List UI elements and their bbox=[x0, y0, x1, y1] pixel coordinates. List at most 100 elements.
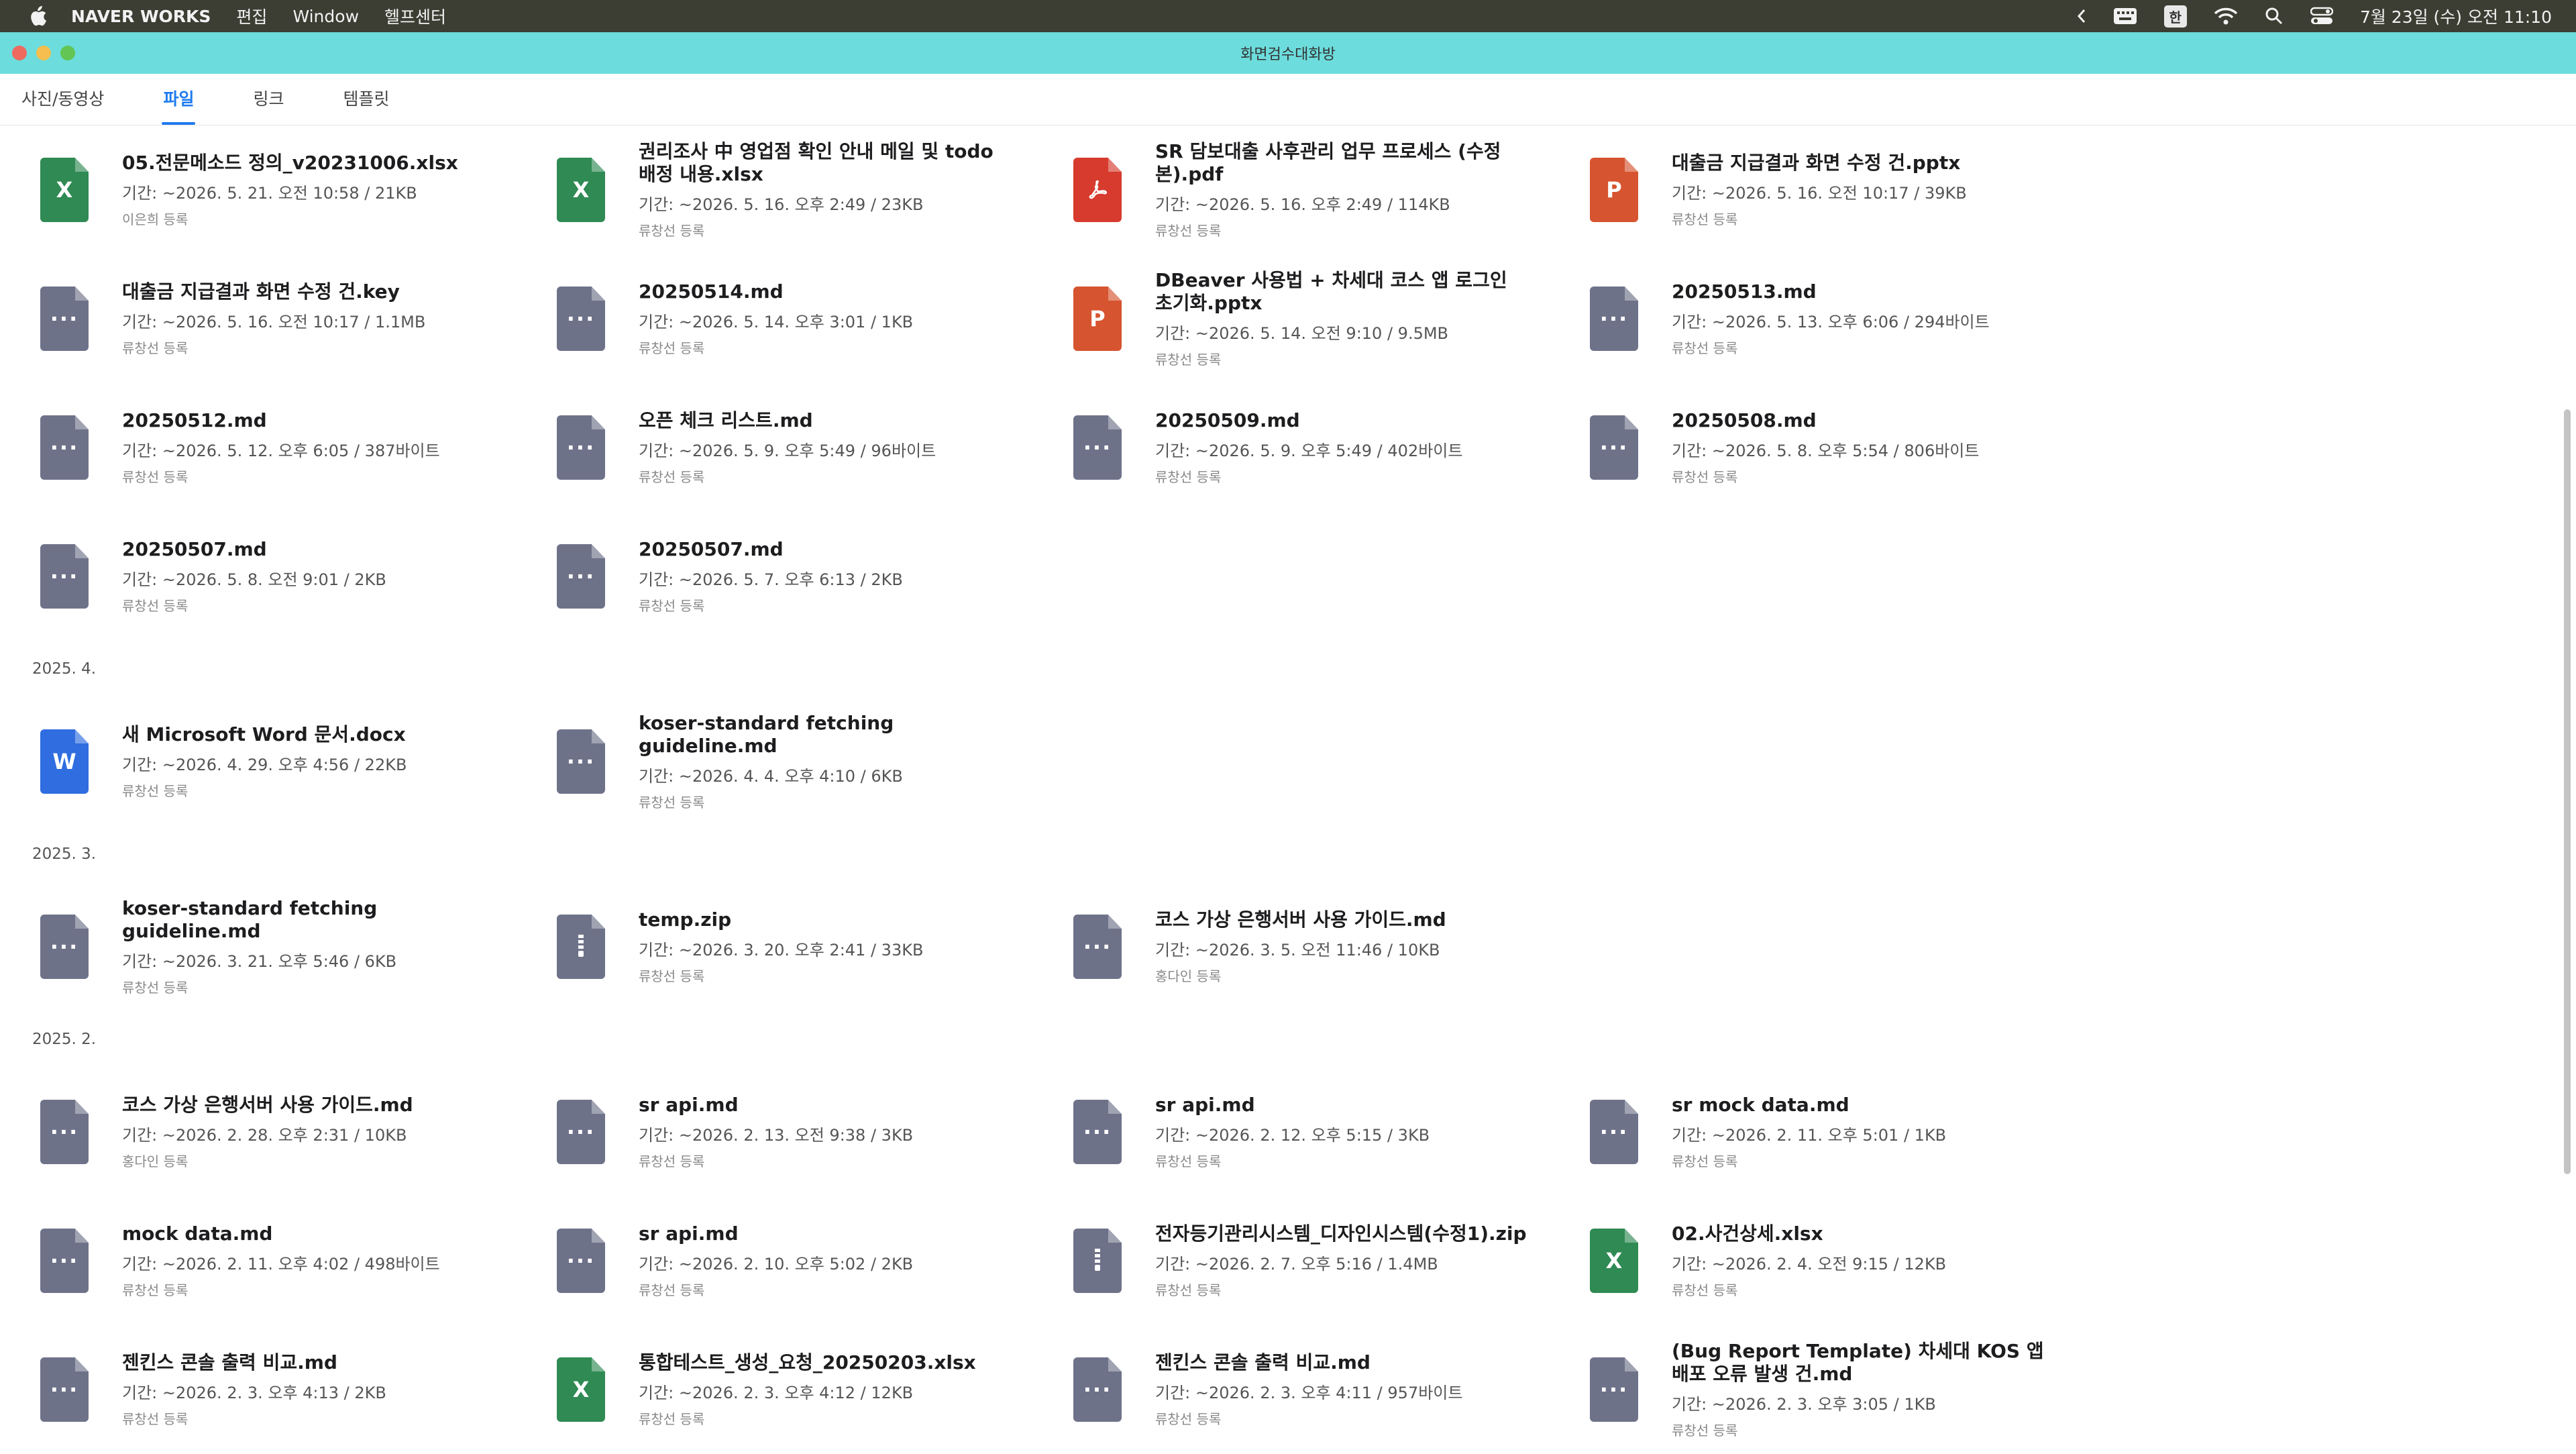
file-name[interactable]: 코스 가상 은행서버 사용 가이드.md bbox=[122, 1094, 498, 1117]
file-name[interactable]: 젠킨스 콘솔 출력 비교.md bbox=[122, 1351, 498, 1374]
file-item[interactable]: ··· 대출금 지급결과 화면 수정 건.key 기간: ~2026. 5. 16.… bbox=[0, 254, 517, 383]
file-name[interactable]: 02.사건상세.xlsx bbox=[1672, 1223, 2047, 1245]
file-name[interactable]: 전자등기관리시스템_디자인시스템(수정1).zip bbox=[1155, 1223, 1531, 1245]
file-item[interactable]: P 대출금 지급결과 화면 수정 건.pptx 기간: ~2026. 5. 16. … bbox=[1550, 125, 2066, 254]
file-item[interactable]: ··· 20250513.md 기간: ~2026. 5. 13. 오후 6:06 … bbox=[1550, 254, 2066, 383]
file-item[interactable]: ··· 20250514.md 기간: ~2026. 5. 14. 오후 3:01 … bbox=[517, 254, 1033, 383]
file-name[interactable]: 20250508.md bbox=[1672, 409, 2047, 432]
file-item[interactable]: ··· 코스 가상 은행서버 사용 가이드.md 기간: ~2026. 3. 5. … bbox=[1033, 882, 1550, 1011]
file-name[interactable]: 20250513.md bbox=[1672, 280, 2047, 303]
file-name[interactable]: koser-standard fetching guideline.md bbox=[122, 897, 498, 943]
file-item[interactable]: ··· 20250508.md 기간: ~2026. 5. 8. 오후 5:54 /… bbox=[1550, 383, 2066, 512]
file-name[interactable]: 코스 가상 은행서버 사용 가이드.md bbox=[1155, 908, 1531, 931]
file-item[interactable]: X 권리조사 中 영업점 확인 안내 메일 및 todo 배정 내용.xlsx 기간… bbox=[517, 125, 1033, 254]
file-name[interactable]: sr api.md bbox=[1155, 1094, 1531, 1117]
tab-templates[interactable]: 템플릿 bbox=[343, 86, 389, 125]
chevron-left-icon[interactable] bbox=[2077, 8, 2086, 24]
file-item[interactable]: ··· 20250507.md 기간: ~2026. 5. 8. 오전 9:01 /… bbox=[0, 512, 517, 641]
file-item[interactable]: ··· 20250512.md 기간: ~2026. 5. 12. 오후 6:05 … bbox=[0, 383, 517, 512]
file-item[interactable]: X 02.사건상세.xlsx 기간: ~2026. 2. 4. 오전 9:15 / … bbox=[1550, 1196, 2066, 1325]
file-info: sr api.md 기간: ~2026. 2. 13. 오전 9:38 / 3KB… bbox=[639, 1094, 1014, 1170]
input-method-indicator[interactable]: 한 bbox=[2163, 5, 2187, 28]
menu-window[interactable]: Window bbox=[292, 7, 359, 26]
tab-links[interactable]: 링크 bbox=[253, 86, 284, 125]
file-name[interactable]: 대출금 지급결과 화면 수정 건.key bbox=[122, 280, 498, 303]
file-name[interactable]: 오픈 체크 리스트.md bbox=[639, 409, 1014, 432]
file-name[interactable]: sr api.md bbox=[639, 1094, 1014, 1117]
file-name[interactable]: 20250514.md bbox=[639, 280, 1014, 303]
file-item[interactable]: X 05.전문메소드 정의_v20231006.xlsx 기간: ~2026. 5.… bbox=[0, 125, 517, 254]
file-name[interactable]: 대출금 지급결과 화면 수정 건.pptx bbox=[1672, 152, 2047, 174]
file-name[interactable]: sr mock data.md bbox=[1672, 1094, 2047, 1117]
file-name[interactable]: (Bug Report Template) 차세대 KOS 앱 배포 오류 발생… bbox=[1672, 1340, 2047, 1386]
tab-files[interactable]: 파일 bbox=[162, 86, 196, 125]
file-item[interactable]: temp.zip 기간: ~2026. 3. 20. 오후 2:41 / 33KB… bbox=[517, 882, 1033, 1011]
file-meta: 기간: ~2026. 5. 14. 오전 9:10 / 9.5MB bbox=[1155, 324, 1449, 343]
zoom-window-button[interactable] bbox=[60, 46, 75, 60]
file-item[interactable]: ··· sr api.md 기간: ~2026. 2. 13. 오전 9:38 / … bbox=[517, 1068, 1033, 1196]
file-name[interactable]: sr api.md bbox=[639, 1223, 1014, 1245]
file-name[interactable]: 새 Microsoft Word 문서.docx bbox=[122, 723, 498, 746]
file-item[interactable]: ··· 젠킨스 콘솔 출력 비교.md 기간: ~2026. 2. 3. 오후 4:… bbox=[0, 1325, 517, 1454]
scrollbar[interactable] bbox=[2564, 409, 2571, 1174]
file-item[interactable]: ··· 젠킨스 콘솔 출력 비교.md 기간: ~2026. 2. 3. 오후 4:… bbox=[1033, 1325, 1550, 1454]
file-owner: 류창선 등록 bbox=[122, 980, 189, 996]
doc-file-icon: ··· bbox=[557, 544, 605, 609]
file-item[interactable]: ··· koser-standard fetching guideline.md 기… bbox=[0, 882, 517, 1011]
file-name[interactable]: 권리조사 中 영업점 확인 안내 메일 및 todo 배정 내용.xlsx bbox=[639, 140, 1014, 186]
file-item[interactable]: ··· (Bug Report Template) 차세대 KOS 앱 배포 오류… bbox=[1550, 1325, 2066, 1454]
window-controls bbox=[12, 32, 75, 74]
menubar-clock[interactable]: 7월 23일 (수) 오전 11:10 bbox=[2360, 4, 2552, 28]
doc-file-icon: ··· bbox=[557, 1100, 605, 1164]
file-item[interactable]: SR 담보대출 사후관리 업무 프로세스 (수정본).pdf 기간: ~2026.… bbox=[1033, 125, 1550, 254]
file-item[interactable]: ··· sr api.md 기간: ~2026. 2. 10. 오후 5:02 / … bbox=[517, 1196, 1033, 1325]
tab-photos-videos[interactable]: 사진/동영상 bbox=[21, 86, 104, 125]
file-item[interactable]: ··· 오픈 체크 리스트.md 기간: ~2026. 5. 9. 오후 5:49 … bbox=[517, 383, 1033, 512]
close-window-button[interactable] bbox=[12, 46, 27, 60]
spotlight-search-icon[interactable] bbox=[2265, 7, 2284, 25]
file-item[interactable]: ··· 20250509.md 기간: ~2026. 5. 9. 오후 5:49 /… bbox=[1033, 383, 1550, 512]
file-item[interactable]: ··· sr api.md 기간: ~2026. 2. 12. 오후 5:15 / … bbox=[1033, 1068, 1550, 1196]
file-owner: 류창선 등록 bbox=[1155, 352, 1222, 368]
file-name[interactable]: koser-standard fetching guideline.md bbox=[639, 712, 1014, 758]
file-info: 통합테스트_생성_요청_20250203.xlsx 기간: ~2026. 2. 3… bbox=[639, 1351, 1014, 1428]
file-meta: 기간: ~2026. 5. 14. 오후 3:01 / 1KB bbox=[639, 313, 914, 331]
doc-file-icon: ··· bbox=[1073, 415, 1122, 480]
file-item[interactable]: P DBeaver 사용법 + 차세대 코스 앱 로그인 초기화.pptx 기간: … bbox=[1033, 254, 1550, 383]
file-meta: 기간: ~2026. 2. 3. 오후 3:05 / 1KB bbox=[1672, 1395, 1936, 1414]
minimize-window-button[interactable] bbox=[36, 46, 51, 60]
file-item[interactable]: ··· koser-standard fetching guideline.md 기… bbox=[517, 697, 1033, 826]
file-name[interactable]: 20250509.md bbox=[1155, 409, 1531, 432]
wifi-icon[interactable] bbox=[2214, 7, 2238, 25]
file-item[interactable]: X 통합테스트_생성_요청_20250203.xlsx 기간: ~2026. 2. … bbox=[517, 1325, 1033, 1454]
file-meta: 기간: ~2026. 5. 16. 오전 10:17 / 1.1MB bbox=[122, 313, 426, 331]
file-name[interactable]: 20250512.md bbox=[122, 409, 498, 432]
menu-help-center[interactable]: 헬프센터 bbox=[384, 4, 446, 28]
file-name[interactable]: DBeaver 사용법 + 차세대 코스 앱 로그인 초기화.pptx bbox=[1155, 269, 1531, 315]
file-name[interactable]: 통합테스트_생성_요청_20250203.xlsx bbox=[639, 1351, 1014, 1374]
file-name[interactable]: mock data.md bbox=[122, 1223, 498, 1245]
keyboard-icon[interactable] bbox=[2113, 7, 2137, 25]
file-info: 20250508.md 기간: ~2026. 5. 8. 오후 5:54 / 80… bbox=[1672, 409, 2047, 486]
file-item[interactable]: ··· sr mock data.md 기간: ~2026. 2. 11. 오후 5… bbox=[1550, 1068, 2066, 1196]
file-meta: 기간: ~2026. 5. 9. 오후 5:49 / 402바이트 bbox=[1155, 442, 1463, 460]
file-name[interactable]: 20250507.md bbox=[122, 538, 498, 561]
file-info: mock data.md 기간: ~2026. 2. 11. 오후 4:02 / … bbox=[122, 1223, 498, 1299]
file-name[interactable]: SR 담보대출 사후관리 업무 프로세스 (수정본).pdf bbox=[1155, 140, 1531, 186]
file-item[interactable]: ··· 코스 가상 은행서버 사용 가이드.md 기간: ~2026. 2. 28.… bbox=[0, 1068, 517, 1196]
menu-edit[interactable]: 편집 bbox=[236, 4, 267, 28]
doc-file-icon: ··· bbox=[557, 729, 605, 794]
file-item[interactable]: 전자등기관리시스템_디자인시스템(수정1).zip 기간: ~2026. 2. 7… bbox=[1033, 1196, 1550, 1325]
file-name[interactable]: 20250507.md bbox=[639, 538, 1014, 561]
file-name[interactable]: temp.zip bbox=[639, 908, 1014, 931]
control-center-icon[interactable] bbox=[2310, 7, 2333, 25]
file-item[interactable]: ··· 20250507.md 기간: ~2026. 5. 7. 오후 6:13 /… bbox=[517, 512, 1033, 641]
menu-app-name[interactable]: NAVER WORKS bbox=[71, 7, 211, 26]
date-section-header: 2025. 2. bbox=[32, 1031, 97, 1048]
file-name[interactable]: 05.전문메소드 정의_v20231006.xlsx bbox=[122, 152, 498, 174]
file-item[interactable]: ··· mock data.md 기간: ~2026. 2. 11. 오후 4:02… bbox=[0, 1196, 517, 1325]
file-item[interactable]: W 새 Microsoft Word 문서.docx 기간: ~2026. 4. 2… bbox=[0, 697, 517, 826]
apple-icon[interactable] bbox=[24, 3, 51, 30]
file-owner: 류창선 등록 bbox=[639, 340, 705, 356]
file-name[interactable]: 젠킨스 콘솔 출력 비교.md bbox=[1155, 1351, 1531, 1374]
